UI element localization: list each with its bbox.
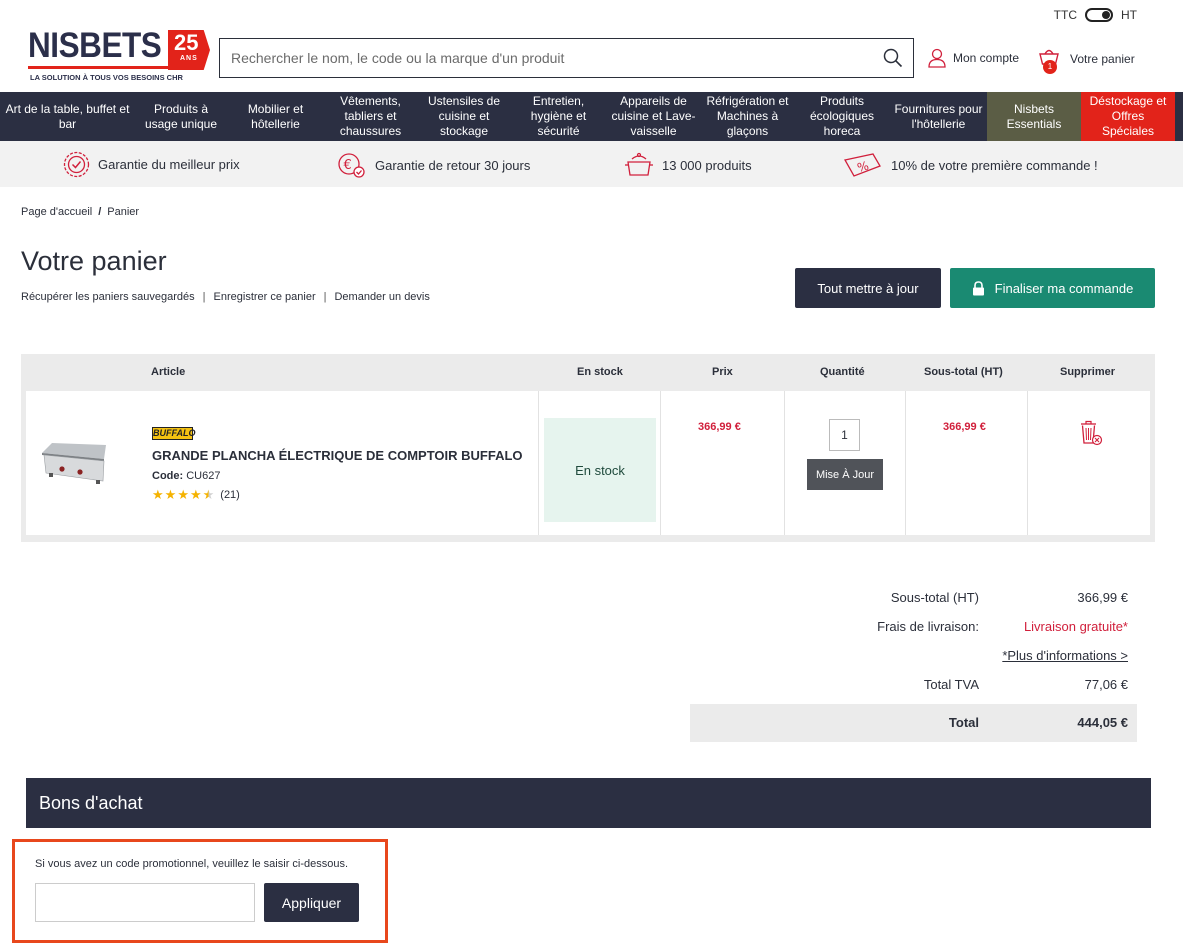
nav-item-eco[interactable]: Produits écologiques horeca	[794, 92, 890, 141]
star-icon: ★	[177, 487, 189, 502]
euro-return-icon: €	[338, 153, 365, 178]
nav-item-cleaning[interactable]: Entretien, hygiène et sécurité	[511, 92, 606, 141]
breadcrumb-home[interactable]: Page d'accueil	[21, 206, 92, 218]
nav-item-kitchen-utensils[interactable]: Ustensiles de cuisine et stockage	[417, 92, 511, 141]
promo-code-panel: Si vous avez un code promotionnel, veuil…	[12, 839, 388, 943]
anniversary-badge: 25 ANS	[168, 30, 210, 70]
nav-item-furniture[interactable]: Mobilier et hôtellerie	[227, 92, 324, 141]
page-title: Votre panier	[21, 246, 167, 276]
cart-table: Article En stock Prix Quantité Sous-tota…	[21, 354, 1155, 542]
product-rating[interactable]: ★ ★ ★ ★ ★ (21)	[152, 488, 240, 501]
tax-ttc-label: TTC	[1053, 8, 1077, 22]
usp-returns[interactable]: € Garantie de retour 30 jours	[335, 151, 530, 179]
apply-promo-button[interactable]: Appliquer	[264, 883, 359, 922]
usp-products[interactable]: 13 000 produits	[624, 151, 752, 179]
vouchers-heading: Bons d'achat	[26, 778, 1151, 828]
nav-item-clothing[interactable]: Vêtements, tabliers et chaussures	[324, 92, 417, 141]
product-name[interactable]: GRANDE PLANCHA ÉLECTRIQUE DE COMPTOIR BU…	[152, 448, 523, 463]
cart-totals: Sous-total (HT) 366,99 € Frais de livrai…	[690, 584, 1137, 700]
save-cart-link[interactable]: Enregistrer ce panier	[214, 291, 316, 303]
tax-toggle-switch[interactable]	[1085, 8, 1113, 22]
main-nav: Art de la table, buffet et bar Produits …	[0, 92, 1183, 141]
nav-item-essentials[interactable]: Nisbets Essentials	[987, 92, 1081, 141]
saved-carts-link[interactable]: Récupérer les paniers sauvegardés	[21, 291, 195, 303]
promo-code-input[interactable]	[35, 883, 255, 922]
review-count: (21)	[220, 488, 240, 501]
star-icon: ★	[152, 487, 164, 502]
site-header: TTC HT NISBETS 25 ANS LA SOLUTION À TOUS…	[0, 0, 1183, 92]
svg-text:€: €	[344, 158, 352, 173]
product-image[interactable]	[40, 437, 108, 487]
table-row: BUFFALO GRANDE PLANCHA ÉLECTRIQUE DE COM…	[26, 391, 1150, 535]
nav-item-tableware[interactable]: Art de la table, buffet et bar	[0, 92, 135, 141]
search-input[interactable]	[220, 39, 860, 77]
header-remove: Supprimer	[1060, 366, 1116, 378]
unit-price: 366,99 €	[698, 421, 741, 433]
search-bar	[219, 38, 914, 78]
quantity-input[interactable]: 1	[829, 419, 860, 451]
total-label: Total	[948, 715, 979, 730]
cart-actions-links: Récupérer les paniers sauvegardés | Enre…	[21, 291, 430, 303]
product-code: Code: CU627	[152, 470, 221, 482]
nisbets-logo[interactable]: NISBETS 25 ANS LA SOLUTION À TOUS VOS BE…	[28, 28, 213, 84]
cart-label: Votre panier	[1070, 52, 1135, 66]
brand-logo: BUFFALO	[152, 427, 196, 440]
lock-icon	[972, 280, 984, 295]
cart-link[interactable]: 1 Votre panier	[1038, 48, 1135, 74]
usp-bar: Garantie du meilleur prix € Garantie de …	[0, 141, 1183, 187]
star-half-icon: ★	[202, 487, 215, 502]
nav-item-appliances[interactable]: Appareils de cuisine et Lave-vaisselle	[606, 92, 701, 141]
percent-tag-icon: %	[844, 153, 881, 177]
nav-item-refrigeration[interactable]: Réfrigération et Machines à glaçons	[701, 92, 794, 141]
badge-check-icon	[63, 151, 90, 178]
trash-icon[interactable]	[1078, 419, 1104, 447]
account-link[interactable]: Mon compte	[928, 48, 1019, 68]
promo-instructions: Si vous avez un code promotionnel, veuil…	[35, 858, 349, 870]
stock-status: En stock	[544, 418, 656, 522]
logo-word: NISBETS	[28, 26, 162, 65]
logo-tagline: LA SOLUTION À TOUS VOS BESOINS CHR	[30, 73, 183, 82]
header-stock: En stock	[577, 366, 623, 378]
usp-best-price[interactable]: Garantie du meilleur prix	[63, 151, 240, 178]
nav-item-disposables[interactable]: Produits à usage unique	[135, 92, 227, 141]
star-icon: ★	[164, 487, 177, 502]
request-quote-link[interactable]: Demander un devis	[334, 291, 429, 303]
checkout-button[interactable]: Finaliser ma commande	[950, 268, 1155, 308]
update-all-button[interactable]: Tout mettre à jour	[795, 268, 941, 308]
more-info-link[interactable]: *Plus d'informations >	[1002, 648, 1128, 663]
user-icon	[928, 48, 946, 68]
total-value: 444,05 €	[1077, 715, 1128, 730]
nav-item-clearance[interactable]: Déstockage et Offres Spéciales	[1081, 92, 1175, 141]
cart-count-badge: 1	[1043, 60, 1057, 74]
nav-item-hotel-supplies[interactable]: Fournitures pour l'hôtellerie	[890, 92, 987, 141]
tax-ht-label: HT	[1121, 8, 1137, 22]
vat-row: Total TVA 77,06 €	[923, 677, 1128, 692]
more-info-row: *Plus d'informations >	[690, 642, 1137, 671]
header-qty: Quantité	[820, 366, 865, 378]
cart-table-header: Article En stock Prix Quantité Sous-tota…	[21, 354, 1155, 390]
subtotal-row: Sous-total (HT) 366,99 €	[890, 590, 1128, 605]
tax-toggle[interactable]: TTC HT	[1054, 8, 1137, 22]
breadcrumb: Page d'accueil / Panier	[21, 206, 140, 218]
header-article: Article	[151, 366, 186, 378]
usp-discount[interactable]: % 10% de votre première commande !	[843, 151, 1098, 179]
pot-icon	[625, 152, 653, 176]
grand-total-row: Total 444,05 €	[690, 704, 1137, 742]
row-subtotal: 366,99 €	[943, 421, 986, 433]
star-icon: ★	[189, 487, 202, 502]
header-subtotal: Sous-total (HT)	[924, 366, 1003, 378]
update-row-button[interactable]: Mise À Jour	[807, 459, 883, 490]
svg-text:%: %	[856, 159, 871, 175]
checkout-button-label: Finaliser ma commande	[994, 280, 1134, 296]
search-icon[interactable]	[883, 48, 903, 68]
breadcrumb-current: Panier	[107, 206, 140, 218]
account-label: Mon compte	[953, 51, 1020, 65]
shipping-row: Frais de livraison: Livraison gratuite*	[877, 619, 1128, 634]
header-price: Prix	[712, 366, 733, 378]
